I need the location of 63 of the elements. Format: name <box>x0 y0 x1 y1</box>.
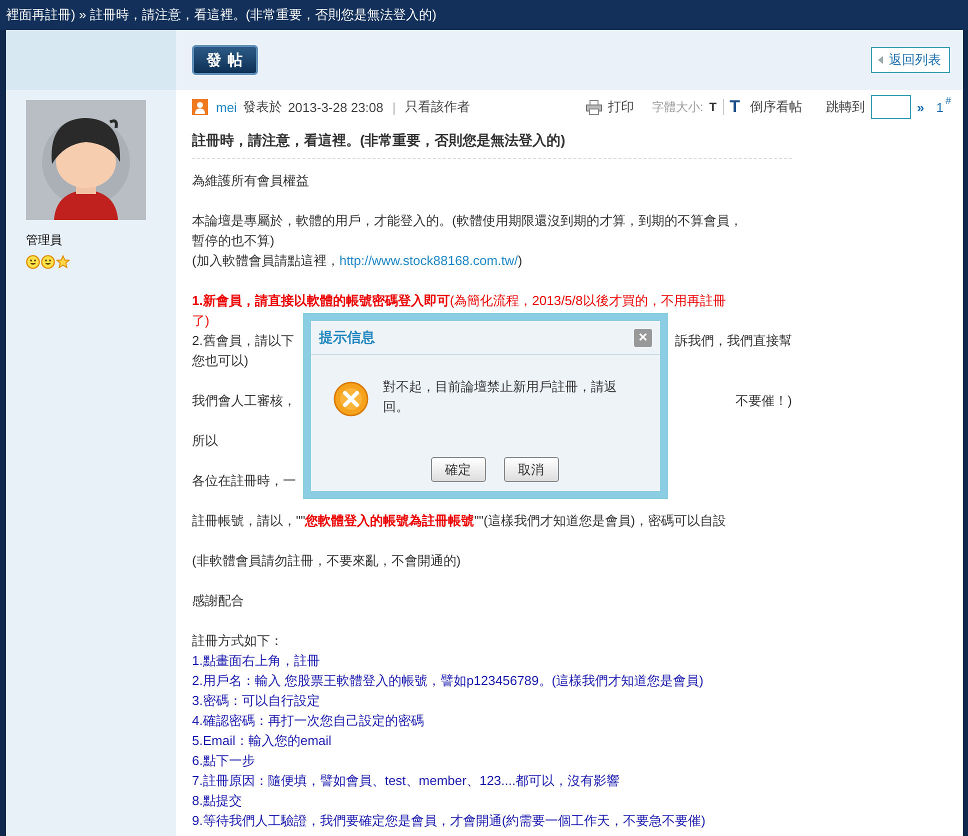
separator: | <box>392 100 396 114</box>
body-text: 暫停的也不算) <box>192 233 274 248</box>
body-text: 本論壇是專屬於，軟體的用戶，才能登入的。(軟體使用期限還沒到期的才算，到期的不算會員， <box>192 213 742 228</box>
body-text: 不要催！) <box>736 392 792 410</box>
dialog-message: 對不起，目前論壇禁止新用戶註冊，請返 <box>383 378 617 396</box>
dialog-button[interactable]: 取消 <box>504 457 558 482</box>
step-text: 7.註冊原因：隨便填，譬如會員、test、member、123....都可以，沒有影響 <box>192 773 620 788</box>
body-text: 註冊帳號，請以，"" <box>192 513 306 528</box>
jump-label: 跳轉到 <box>826 98 865 116</box>
body-text: 註冊方式如下： <box>192 633 283 648</box>
floor-mark: # <box>945 96 951 107</box>
body-text: ""(這樣我們才知道您是會員)，密碼可以自設 <box>474 513 726 528</box>
reverse-order-link[interactable]: 倒序看帖 <box>750 98 802 116</box>
floor-number: 1 <box>936 100 944 114</box>
step-text: 6.點下一步 <box>192 753 255 768</box>
note-text: 了) <box>192 313 210 328</box>
post-button[interactable]: 發 帖 <box>192 45 258 75</box>
step-text: 5.Email：輸入您的email <box>192 733 332 748</box>
star-icon <box>56 255 70 269</box>
step-text: 1.點畫面右上角，註冊 <box>192 653 320 668</box>
step-text: 4.確認密碼：再打一次您自己設定的密碼 <box>192 713 424 728</box>
error-icon <box>333 381 369 417</box>
font-size-toggle[interactable]: T <box>709 100 717 114</box>
smiley-icon <box>26 255 40 269</box>
reverse-order-icon: T <box>730 97 740 117</box>
step-text: 8.點提交 <box>192 793 242 808</box>
user-icon <box>192 99 208 115</box>
step-text: 9.等待我們人工驗證，我們要確定您是會員，才會開通(約需要一個工作天，不要急不要催) <box>192 813 706 828</box>
body-text: 各位在註冊時，一 <box>192 473 296 488</box>
body-text: 所以 <box>192 433 218 448</box>
body-text: 訴我們，我們直接幫 <box>675 332 792 350</box>
post-title: 註冊時，請注意，看這裡。(非常重要，否則您是無法登入的) <box>192 131 566 150</box>
left-triangle-icon <box>878 56 883 64</box>
body-text: 您也可以) <box>192 353 248 368</box>
body-text: 2.舊會員，請以下 <box>192 332 294 350</box>
user-role: 管理員 <box>26 232 63 249</box>
dialog-message: 回。 <box>383 398 410 416</box>
body-text: ) <box>518 253 522 268</box>
post-date: 2013-3-28 23:08 <box>288 100 384 114</box>
back-to-list-button[interactable]: 返回列表 <box>871 47 950 73</box>
jump-input-field[interactable] <box>870 95 911 119</box>
highlight-text: 1.新會員，請直接以軟體的帳號密碼登入即可 <box>192 293 450 308</box>
site-link[interactable]: http://www.stock88168.com.tw/ <box>339 253 518 268</box>
highlight-text: 您軟體登入的帳號為註冊帳號 <box>305 513 474 528</box>
dialog-button[interactable]: 確定 <box>430 457 486 482</box>
jump-go-link[interactable]: » <box>916 100 924 114</box>
posted-label: 發表於 <box>242 98 282 116</box>
step-text: 3.密碼：可以自行設定 <box>192 693 320 708</box>
body-text: (加入軟體會員請點這裡， <box>192 253 340 268</box>
note-text: (為簡化流程，2013/5/8以後才買的，不用再註冊 <box>450 293 726 308</box>
print-link[interactable]: 打印 <box>608 98 634 116</box>
breadcrumb: 裡面再註冊) » 註冊時，請注意，看這裡。(非常重要，否則您是無法登入的) <box>6 6 436 24</box>
dialog-title: 提示信息 <box>319 328 375 346</box>
printer-icon <box>586 100 602 114</box>
smiley-icon <box>41 255 55 269</box>
body-text: 感謝配合 <box>192 593 244 608</box>
body-text: 我們會人工審核， <box>192 392 296 410</box>
body-text: 為維護所有會員權益 <box>192 173 309 188</box>
author-link[interactable]: mei <box>216 100 237 114</box>
step-text: 2.用戶名：輸入 您股票王軟體登入的帳號，譬如p123456789。(這樣我們才知道您是會員) <box>192 673 704 688</box>
only-author-link[interactable]: 只看該作者 <box>404 98 470 116</box>
font-size-label: 字體大小: <box>652 98 704 116</box>
body-text: (非軟體會員請勿註冊，不要來亂，不會開通的) <box>192 553 461 568</box>
